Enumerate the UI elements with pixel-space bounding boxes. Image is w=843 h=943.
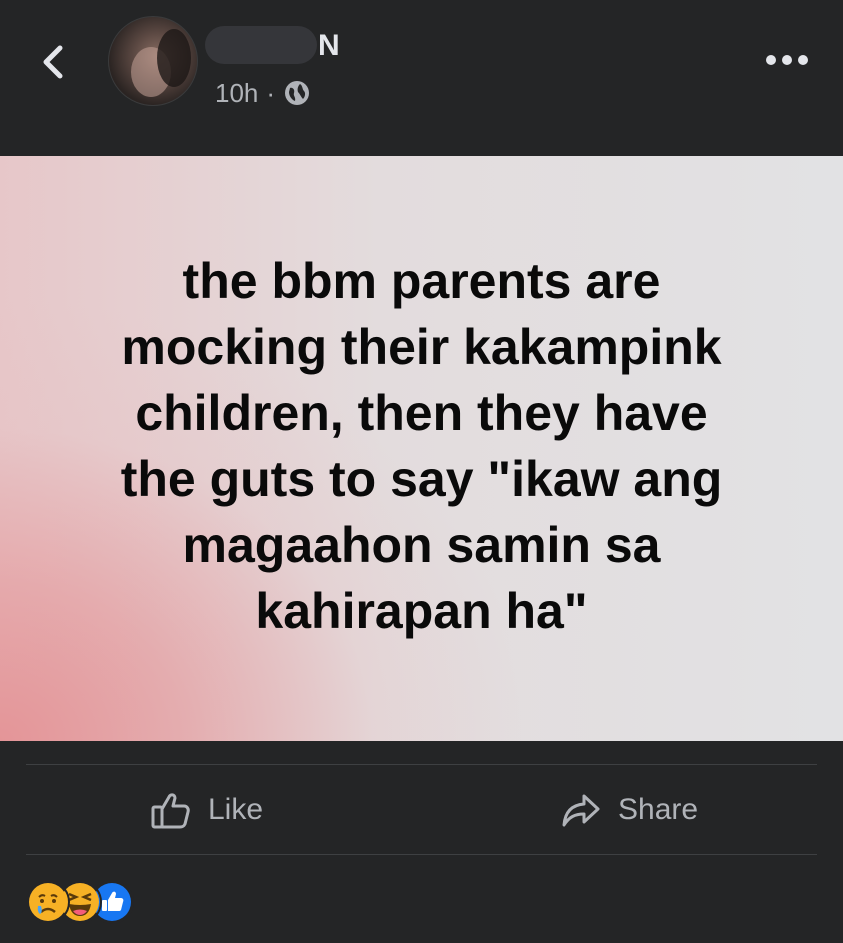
like-button[interactable]: Like bbox=[150, 766, 263, 854]
author-name[interactable]: N bbox=[318, 28, 340, 64]
author-name-redacted[interactable] bbox=[205, 26, 317, 64]
more-options-button[interactable] bbox=[766, 48, 814, 72]
post-header: N 10h · bbox=[0, 0, 843, 156]
share-button[interactable]: Share bbox=[560, 766, 698, 854]
post-timestamp[interactable]: 10h bbox=[215, 76, 258, 110]
sad-emoji-icon bbox=[26, 880, 70, 924]
divider-bottom bbox=[26, 854, 817, 855]
post-background-card[interactable]: the bbm parents are mocking their kakamp… bbox=[0, 156, 843, 741]
post-actions: Like Share bbox=[0, 766, 843, 854]
meta-separator: · bbox=[266, 78, 276, 108]
like-label: Like bbox=[208, 793, 264, 826]
avatar[interactable] bbox=[108, 16, 198, 106]
share-label: Share bbox=[618, 793, 699, 826]
post-meta: 10h · bbox=[215, 76, 311, 110]
back-button[interactable] bbox=[34, 40, 74, 84]
globe-icon bbox=[285, 81, 310, 105]
thumbs-up-outline-icon bbox=[151, 793, 190, 829]
post-text: the bbm parents are mocking their kakamp… bbox=[120, 253, 723, 639]
divider-top bbox=[26, 764, 817, 765]
more-horizontal-icon bbox=[766, 55, 776, 65]
reactions-summary[interactable] bbox=[26, 880, 146, 924]
share-arrow-icon bbox=[562, 794, 600, 827]
chevron-left-icon bbox=[43, 45, 63, 79]
